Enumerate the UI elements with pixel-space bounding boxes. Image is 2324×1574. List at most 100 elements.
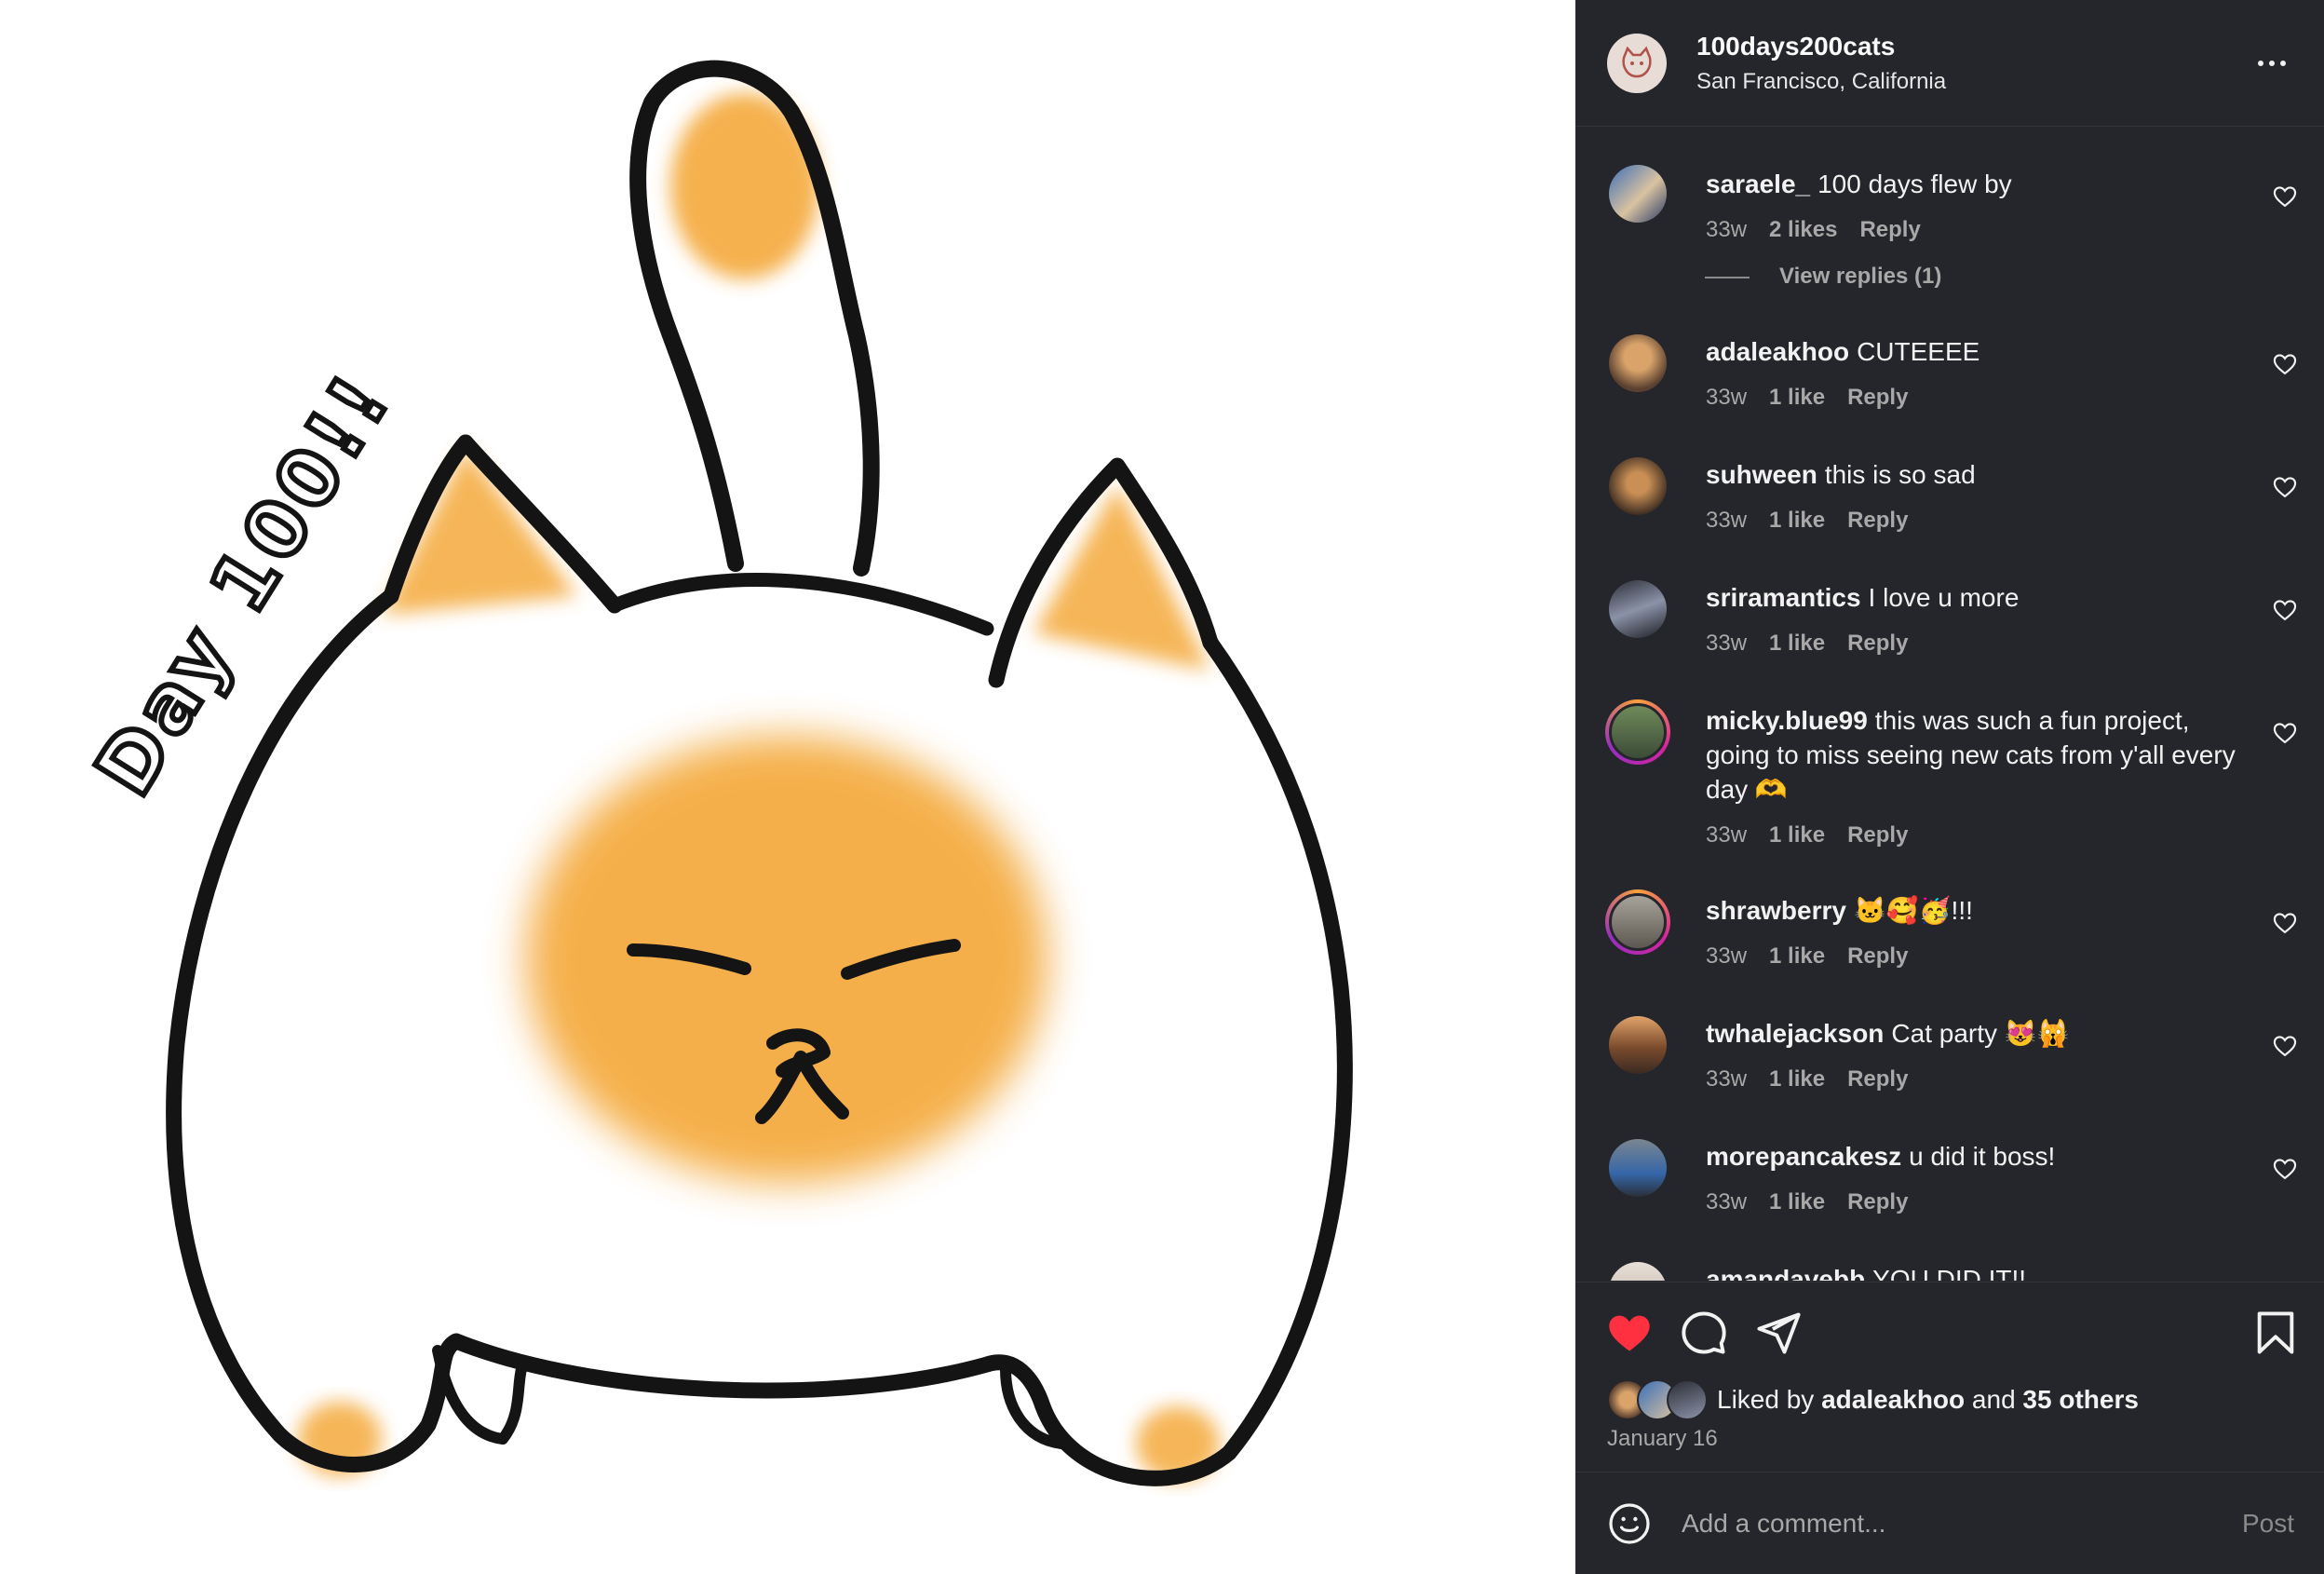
- head-outline: [607, 573, 994, 636]
- comment-likes[interactable]: 1 like: [1769, 939, 1825, 973]
- comment-likes[interactable]: 1 like: [1769, 626, 1825, 660]
- heart-outline-icon[interactable]: [2272, 1156, 2298, 1182]
- comment-username[interactable]: shrawberry: [1706, 896, 1846, 925]
- post-location[interactable]: San Francisco, California: [1696, 69, 2251, 95]
- share-send-icon[interactable]: [1754, 1309, 1803, 1357]
- comment-item: amandavebb YOU DID IT!!: [1575, 1262, 2324, 1281]
- comment-body: saraele_ 100 days flew by 33w 2 likes Rep…: [1706, 167, 2240, 247]
- comment-age[interactable]: 33w: [1706, 818, 1747, 852]
- comment-input[interactable]: [1680, 1507, 2236, 1540]
- avatar[interactable]: [1609, 334, 1667, 392]
- post-date[interactable]: January 16: [1607, 1426, 1718, 1452]
- comment-username[interactable]: twhalejackson: [1706, 1019, 1884, 1048]
- avatar-story-ring[interactable]: [1605, 699, 1670, 765]
- liked-by-others[interactable]: 35 others: [2022, 1385, 2139, 1415]
- bookmark-icon[interactable]: [2251, 1309, 2300, 1357]
- avatar[interactable]: [1609, 1262, 1667, 1281]
- comment-username[interactable]: suhween: [1706, 460, 1817, 489]
- reply-button[interactable]: Reply: [1847, 503, 1908, 537]
- liked-by-user[interactable]: adaleakhoo: [1821, 1385, 1965, 1415]
- avatar[interactable]: [1609, 457, 1667, 515]
- emoji-icon[interactable]: [1607, 1501, 1652, 1546]
- reply-button[interactable]: Reply: [1847, 626, 1908, 660]
- comment-likes[interactable]: 1 like: [1769, 1062, 1825, 1096]
- reply-button[interactable]: Reply: [1847, 818, 1908, 852]
- reply-button[interactable]: Reply: [1847, 380, 1908, 414]
- heart-outline-icon[interactable]: [2272, 720, 2298, 746]
- avatar-story-ring[interactable]: [1605, 889, 1670, 955]
- comment-body: twhalejackson Cat party 😻🙀 33w 1 like Rep…: [1706, 1016, 2240, 1096]
- comment-age[interactable]: 33w: [1706, 212, 1747, 247]
- reply-button[interactable]: Reply: [1847, 939, 1908, 973]
- heart-outline-icon[interactable]: [2272, 910, 2298, 936]
- comment-username[interactable]: micky.blue99: [1706, 706, 1868, 735]
- view-replies-button[interactable]: View replies (1): [1779, 264, 1941, 290]
- comment-age[interactable]: 33w: [1706, 1062, 1747, 1096]
- comment-item: suhween this is so sad 33w 1 like Reply: [1575, 457, 2324, 560]
- dot: [2280, 60, 2286, 66]
- comment-body: amandavebb YOU DID IT!!: [1706, 1262, 2240, 1281]
- post-actions: Liked by adaleakhoo and 35 others Januar…: [1575, 1282, 2324, 1451]
- comment-username[interactable]: adaleakhoo: [1706, 337, 1849, 366]
- comment-age[interactable]: 33w: [1706, 380, 1747, 414]
- avatar[interactable]: [1609, 1016, 1667, 1074]
- reply-button[interactable]: Reply: [1859, 212, 1920, 247]
- comment-likes[interactable]: 1 like: [1769, 503, 1825, 537]
- dot: [2269, 60, 2275, 66]
- comment-likes[interactable]: 2 likes: [1769, 212, 1837, 247]
- comment-body: micky.blue99 this was such a fun project,…: [1706, 703, 2240, 852]
- cat-logo-icon: [1622, 46, 1652, 77]
- heart-filled-icon[interactable]: [1605, 1309, 1654, 1357]
- avatar[interactable]: [1609, 580, 1667, 638]
- heart-outline-icon[interactable]: [2272, 351, 2298, 377]
- comment-composer: Post: [1575, 1472, 2324, 1574]
- comment-username[interactable]: saraele_: [1706, 170, 1810, 198]
- comment-body: suhween this is so sad 33w 1 like Reply: [1706, 457, 2240, 537]
- post-image[interactable]: Day 100!!: [0, 0, 1575, 1574]
- comment-item: adaleakhoo CUTEEEE 33w 1 like Reply: [1575, 334, 2324, 437]
- comment-username[interactable]: sriramantics: [1706, 583, 1861, 612]
- comment-text: I love u more: [1868, 583, 2020, 612]
- account-username[interactable]: 100days200cats: [1696, 32, 2251, 61]
- heart-outline-icon[interactable]: [2272, 183, 2298, 210]
- comment-age[interactable]: 33w: [1706, 1185, 1747, 1219]
- comment-age[interactable]: 33w: [1706, 939, 1747, 973]
- comment-username[interactable]: morepancakesz: [1706, 1142, 1901, 1171]
- more-options-button[interactable]: [2251, 43, 2292, 84]
- heart-outline-icon[interactable]: [2272, 597, 2298, 623]
- comment-likes[interactable]: 1 like: [1769, 1185, 1825, 1219]
- face-patch: [526, 736, 1047, 1183]
- avatar[interactable]: [1609, 165, 1667, 223]
- comments-list[interactable]: saraele_ 100 days flew by 33w 2 likes Rep…: [1575, 128, 2324, 1281]
- comment-likes[interactable]: 1 like: [1769, 380, 1825, 414]
- comment-age[interactable]: 33w: [1706, 626, 1747, 660]
- liked-by-and: and: [1971, 1385, 2016, 1414]
- post-button[interactable]: Post: [2236, 1508, 2300, 1540]
- account-avatar[interactable]: [1607, 33, 1667, 93]
- comment-likes[interactable]: 1 like: [1769, 818, 1825, 852]
- comment-item: saraele_ 100 days flew by 33w 2 likes Rep…: [1575, 146, 2324, 249]
- reply-button[interactable]: Reply: [1847, 1062, 1908, 1096]
- comment-body: adaleakhoo CUTEEEE 33w 1 like Reply: [1706, 334, 2240, 414]
- avatar: [1609, 893, 1667, 951]
- comment-username[interactable]: amandavebb: [1706, 1265, 1865, 1281]
- comment-text: u did it boss!: [1909, 1142, 2056, 1171]
- comment-item: shrawberry 🐱🥰🥳!!! 33w 1 like Reply: [1575, 889, 2324, 992]
- comment-text: YOU DID IT!!: [1872, 1265, 2027, 1281]
- liked-by-avatars[interactable]: [1607, 1379, 1708, 1420]
- reply-button[interactable]: Reply: [1847, 1185, 1908, 1219]
- comment-meta: 33w 1 like Reply: [1706, 380, 2240, 414]
- header-text: 100days200cats San Francisco, California: [1696, 32, 2251, 95]
- comment-meta: 33w 1 like Reply: [1706, 939, 2240, 973]
- comment-text: this is so sad: [1824, 460, 1976, 489]
- heart-outline-icon[interactable]: [2272, 1033, 2298, 1059]
- comment-age[interactable]: 33w: [1706, 503, 1747, 537]
- heart-outline-icon[interactable]: [2272, 474, 2298, 500]
- post-sidebar: 100days200cats San Francisco, California…: [1575, 0, 2324, 1574]
- cat-drawing: Day 100!!: [75, 60, 1353, 1486]
- comment-item: sriramantics I love u more 33w 1 like Rep…: [1575, 580, 2324, 683]
- comment-icon[interactable]: [1680, 1309, 1728, 1357]
- view-replies-line: [1705, 277, 1750, 278]
- comment-item: morepancakesz u did it boss! 33w 1 like R…: [1575, 1139, 2324, 1242]
- avatar[interactable]: [1609, 1139, 1667, 1197]
